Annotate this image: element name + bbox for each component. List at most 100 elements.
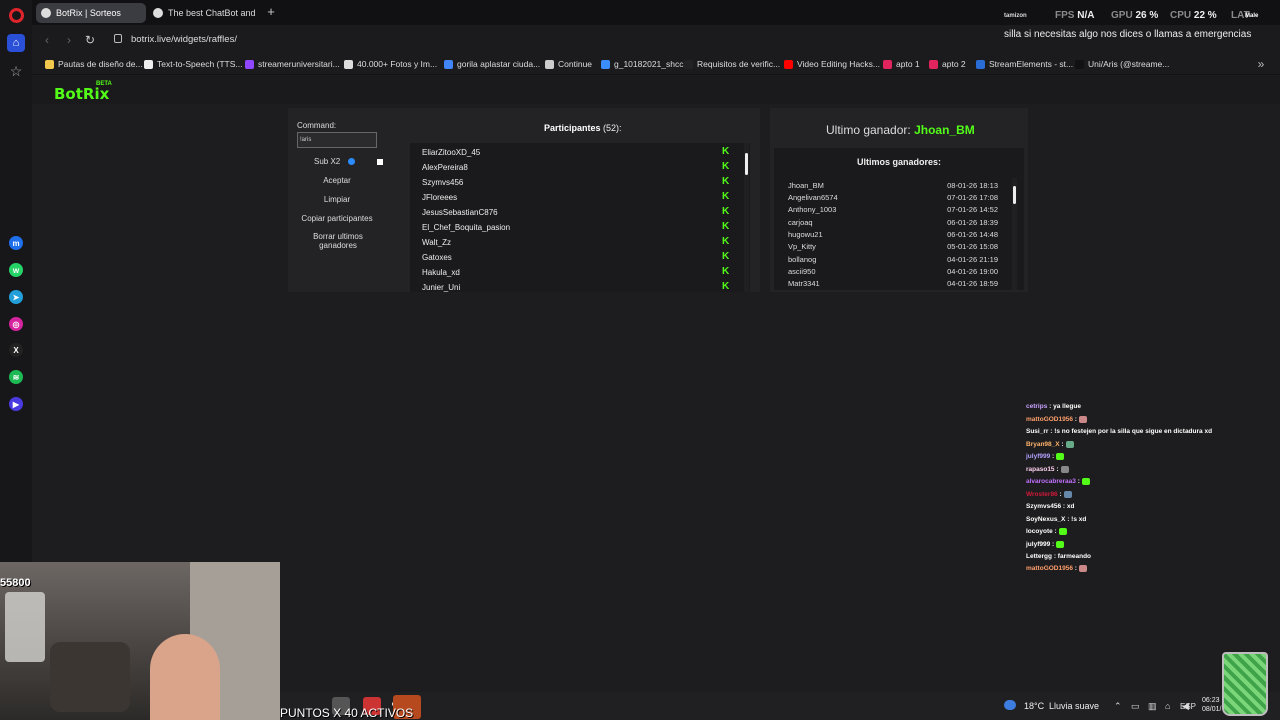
botrix-favicon-icon <box>153 8 163 18</box>
participants-title: Participantes (52): <box>544 123 622 133</box>
url-input[interactable]: botrix.live/widgets/raffles/ <box>131 34 237 45</box>
spotify-icon[interactable]: ≋ <box>9 370 23 384</box>
star-icon[interactable]: ☆ <box>7 62 25 80</box>
winner-date: 08-01-26 18:13 <box>947 181 998 190</box>
emote-icon <box>1078 565 1087 572</box>
network-icon[interactable]: ⌂ <box>1165 701 1170 711</box>
chat-message: Szymvs456 : xd <box>1026 503 1074 510</box>
bookmark-item[interactable]: apto 1 <box>883 59 920 69</box>
chat-user: mattoGOD1956 <box>1026 416 1073 424</box>
winner-name: bollanog <box>788 255 817 264</box>
chat-user: Wroster86 <box>1026 491 1058 499</box>
hud-cpu-label: CPU <box>1170 10 1192 21</box>
clear-button[interactable]: Limpiar <box>297 195 377 204</box>
tray-app-icon[interactable]: ▭ <box>1131 701 1140 712</box>
emote-icon <box>1058 528 1067 535</box>
hud-cpu: CPU 22 % <box>1170 10 1217 21</box>
scroll-thumb[interactable] <box>1013 186 1016 204</box>
instagram-icon[interactable]: ◎ <box>9 317 23 331</box>
bookmark-item[interactable]: streameruniversitari... <box>245 59 340 69</box>
info-icon[interactable] <box>348 158 355 165</box>
weather-temp[interactable]: 18°C <box>1024 701 1044 711</box>
whatsapp-icon[interactable]: w <box>9 263 23 277</box>
messenger-icon[interactable]: m <box>9 236 23 250</box>
winners-list[interactable]: Ultimos ganadores: Jhoan_BM 08-01-26 18:1… <box>774 148 1024 290</box>
sub-x2-checkbox[interactable] <box>377 159 383 165</box>
chat-user: mattoGOD1956 <box>1026 565 1073 573</box>
bookmark-item[interactable]: gorila aplastar ciuda... <box>444 59 540 69</box>
winner-name: Anthony_1003 <box>788 205 837 214</box>
bookmark-item[interactable]: 40.000+ Fotos y Im... <box>344 59 437 69</box>
new-tab-button[interactable]: + <box>264 5 278 19</box>
bookmark-item[interactable]: Video Editing Hacks... <box>784 59 880 69</box>
scroll-thumb[interactable] <box>745 153 748 175</box>
bookmark-item[interactable]: Text-to-Speech (TTS... <box>144 59 243 69</box>
chat-text: : ya llegue <box>1049 403 1081 410</box>
chat-message: rapaso15 : <box>1026 466 1069 473</box>
winner-date: 05-01-26 15:08 <box>947 242 998 251</box>
bookmark-item[interactable]: apto 2 <box>929 59 966 69</box>
winners-panel: Ultimo ganador: Jhoan_BM Ultimos ganador… <box>770 108 1028 292</box>
chat-text: : !s xd <box>1067 516 1087 523</box>
address-bar: ‹ › ↻ botrix.live/widgets/raffles/ silla… <box>32 25 1280 55</box>
kick-icon: K <box>722 281 730 292</box>
lang-indicator[interactable]: ESP <box>1180 702 1196 711</box>
winner-name: Vp_Kitty <box>788 242 816 251</box>
sub-x2-label: Sub X2 <box>314 157 341 166</box>
table-row: bollanog 04-01-26 21:19 <box>788 255 998 264</box>
chat-user: Lettergg <box>1026 553 1052 560</box>
chat-message: Wroster86 : <box>1026 491 1072 498</box>
bookmark-item[interactable]: g_10182021_shcc <box>601 59 683 69</box>
participants-scrollbar[interactable] <box>744 143 749 292</box>
botrix-logo[interactable]: BotRix <box>54 85 109 103</box>
command-input[interactable]: !aris <box>297 132 377 148</box>
copy-participants-button[interactable]: Copiar participantes <box>297 214 377 223</box>
delete-winners-button[interactable]: Borrar ultimos ganadores <box>297 232 379 250</box>
bookmark-item[interactable]: StreamElements - st... <box>976 59 1073 69</box>
winners-scrollbar[interactable] <box>1012 178 1017 290</box>
tray-app-icon[interactable]: ▥ <box>1148 701 1157 712</box>
bookmarks-more-icon[interactable]: » <box>1254 57 1268 71</box>
clock-date: 08/01/ <box>1202 706 1222 713</box>
cup-overlay-icon <box>1222 652 1268 716</box>
bookmark-item[interactable]: Requisitos de verific... <box>684 59 780 69</box>
command-label: Command: <box>297 121 337 130</box>
reload-icon[interactable]: ↻ <box>83 33 97 47</box>
chevron-up-icon[interactable]: ⌃ <box>1114 701 1122 712</box>
list-item: Junier_Uni <box>422 283 461 292</box>
back-icon[interactable]: ‹ <box>40 33 54 47</box>
x-icon[interactable]: X <box>9 343 23 357</box>
accept-button[interactable]: Aceptar <box>297 176 377 185</box>
telegram-icon[interactable]: ➤ <box>9 290 23 304</box>
chat-message: Bryan98_X : <box>1026 441 1074 448</box>
botrix-favicon-icon <box>41 8 51 18</box>
clock[interactable]: 06:23 08/01/ <box>1202 696 1221 714</box>
forward-icon[interactable]: › <box>62 33 76 47</box>
bookmark-item[interactable]: Continue <box>545 59 592 69</box>
emote-icon <box>1065 441 1074 448</box>
chat-text: : <box>1074 565 1077 573</box>
chat-message: Susi_rr : !s no festejen por la silla qu… <box>1026 428 1212 435</box>
bookmark-item[interactable]: Uni/Aris (@streame... <box>1075 59 1169 69</box>
opera-logo-icon[interactable] <box>9 8 24 23</box>
chat-text: : <box>1074 416 1077 424</box>
webcam-softbox <box>5 592 45 662</box>
table-row: Jhoan_BM 08-01-26 18:13 <box>788 181 998 190</box>
winner-date: 07-01-26 17:08 <box>947 193 998 202</box>
emote-icon <box>1063 491 1072 498</box>
chat-message: julyf999 : <box>1026 453 1065 460</box>
chat-text: : <box>1054 528 1057 536</box>
hud-gpu: GPU 26 % <box>1111 10 1158 21</box>
bookmark-item[interactable]: Pautas de diseño de... <box>45 59 143 69</box>
chat-user: rapaso15 <box>1026 466 1055 474</box>
beta-tag: BETA <box>96 81 112 87</box>
weather-text[interactable]: Lluvia suave <box>1049 701 1099 711</box>
participants-list[interactable]: EliarZitooXD_45 AlexPereira8 Szymvs456 J… <box>410 143 750 292</box>
tab-botrix[interactable]: BotRix | Sorteos <box>36 3 146 23</box>
home-icon[interactable]: ⌂ <box>7 34 25 52</box>
list-item: Walt_Zz <box>422 238 452 247</box>
chat-text: : <box>1052 541 1055 549</box>
tab-chatbot[interactable]: The best ChatBot and Wid <box>148 3 258 23</box>
chat-message: SoyNexus_X : !s xd <box>1026 516 1086 523</box>
player-icon[interactable]: ▶ <box>9 397 23 411</box>
